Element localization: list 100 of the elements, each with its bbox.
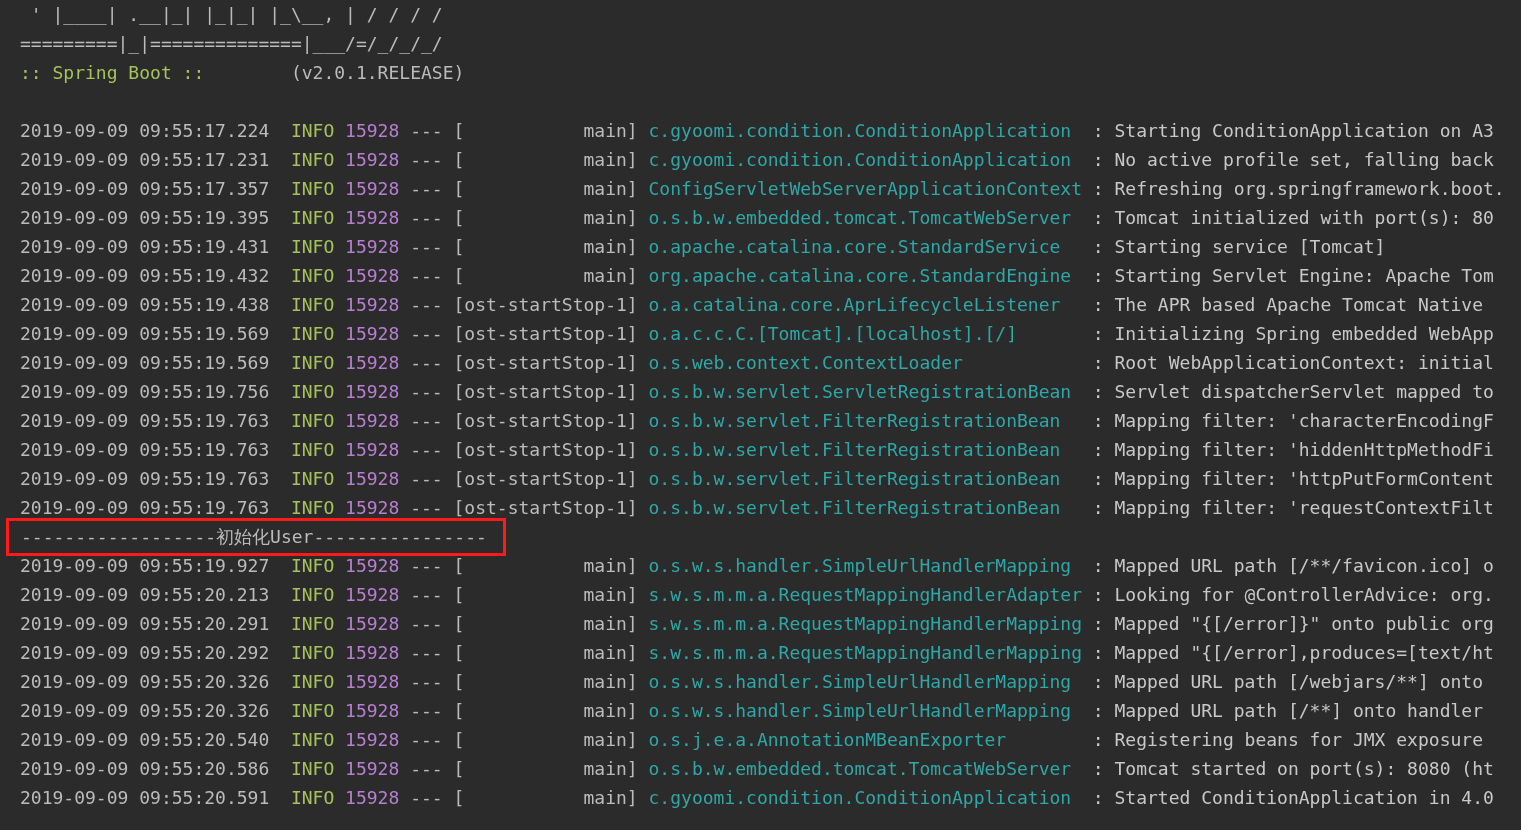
logger-name: o.s.b.w.servlet.FilterRegistrationBean [648,467,1062,490]
separator-text: --- [410,322,443,345]
timestamp: 2019-09-09 09:55:20.591 [20,786,270,809]
thread-name: [ main] [453,235,638,258]
timestamp: 2019-09-09 09:55:20.540 [20,728,270,751]
process-id: 15928 [345,583,400,606]
console-text: ------------------初始化User---------------- [21,526,487,548]
logger-name: c.gyoomi.condition.ConditionApplication [648,148,1073,171]
log-level: INFO [290,148,335,171]
log-message: : Root WebApplicationContext: initial [1092,351,1494,374]
log-message: : Started ConditionApplication in 4.0 [1092,786,1494,809]
log-level: INFO [290,612,335,635]
separator-text: --- [410,786,443,809]
thread-name: [ost-startStop-1] [453,496,638,519]
timestamp: 2019-09-09 09:55:19.395 [20,206,270,229]
process-id: 15928 [345,351,400,374]
log-level: INFO [290,351,335,374]
process-id: 15928 [345,670,400,693]
log-level: INFO [290,467,335,490]
process-id: 15928 [345,757,400,780]
log-message: : Servlet dispatcherServlet mapped to [1092,380,1494,403]
log-message: : Mapping filter: 'requestContextFilt [1092,496,1494,519]
log-message: : Registering beans for JMX exposure [1092,728,1483,751]
separator-text: --- [410,583,443,606]
log-message: : Mapped URL path [/**] onto handler [1092,699,1483,722]
logger-name: o.a.c.c.C.[Tomcat].[localhost].[/] [648,322,1018,345]
log-level: INFO [290,264,335,287]
process-id: 15928 [345,496,400,519]
process-id: 15928 [345,380,400,403]
logger-name: s.w.s.m.m.a.RequestMappingHandlerMapping [648,641,1083,664]
log-level: INFO [290,119,335,142]
thread-name: [ main] [453,728,638,751]
thread-name: [ost-startStop-1] [453,409,638,432]
separator-text: --- [410,670,443,693]
thread-name: [ main] [453,583,638,606]
process-id: 15928 [345,612,400,635]
process-id: 15928 [345,641,400,664]
banner-art: ' |____| .__|_| |_|_| |_\__, | / / / / [29,3,443,26]
process-id: 15928 [345,264,400,287]
separator-text: --- [410,438,443,461]
thread-name: [ main] [453,264,638,287]
log-level: INFO [290,438,335,461]
separator-text: --- [410,380,443,403]
log-message: : Tomcat started on port(s): 8080 (ht [1092,757,1494,780]
logger-name: o.s.b.w.servlet.ServletRegistrationBean [648,380,1073,403]
separator-text: --- [410,206,443,229]
process-id: 15928 [345,786,400,809]
thread-name: [ost-startStop-1] [453,322,638,345]
separator-text: --- [410,699,443,722]
separator-text: --- [410,351,443,374]
process-id: 15928 [345,699,400,722]
log-level: INFO [290,670,335,693]
spring-boot-label: :: Spring Boot :: [20,61,205,84]
process-id: 15928 [345,728,400,751]
timestamp: 2019-09-09 09:55:19.927 [20,554,270,577]
timestamp: 2019-09-09 09:55:19.763 [20,467,270,490]
thread-name: [ main] [453,554,638,577]
separator-text: --- [410,467,443,490]
thread-name: [ main] [453,612,638,635]
thread-name: [ main] [453,177,638,200]
separator-text: --- [410,264,443,287]
log-level: INFO [290,641,335,664]
process-id: 15928 [345,148,400,171]
thread-name: [ main] [453,757,638,780]
log-message: : No active profile set, falling back [1092,148,1494,171]
thread-name: [ main] [453,119,638,142]
process-id: 15928 [345,554,400,577]
log-message: : Starting ConditionApplication on A3 [1092,119,1494,142]
log-level: INFO [290,293,335,316]
logger-name: ConfigServletWebServerApplicationContext [648,177,1083,200]
logger-name: o.s.w.s.handler.SimpleUrlHandlerMapping [648,670,1073,693]
logger-name: o.a.catalina.core.AprLifecycleListener [648,293,1062,316]
banner-art: =========|_|==============|___/=/_/_/_/ [20,32,443,55]
log-message: : Mapped URL path [/webjars/**] onto [1092,670,1483,693]
separator-text: --- [410,177,443,200]
log-level: INFO [290,728,335,751]
logger-name: o.s.j.e.a.AnnotationMBeanExporter [648,728,1008,751]
log-level: INFO [290,496,335,519]
logger-name: o.s.b.w.embedded.tomcat.TomcatWebServer [648,206,1073,229]
timestamp: 2019-09-09 09:55:20.292 [20,641,270,664]
process-id: 15928 [345,467,400,490]
timestamp: 2019-09-09 09:55:19.763 [20,409,270,432]
logger-name: o.s.w.s.handler.SimpleUrlHandlerMapping [648,554,1073,577]
thread-name: [ main] [453,699,638,722]
log-level: INFO [290,583,335,606]
log-level: INFO [290,322,335,345]
logger-name: o.s.b.w.servlet.FilterRegistrationBean [648,438,1062,461]
log-level: INFO [290,699,335,722]
thread-name: [ost-startStop-1] [453,467,638,490]
logger-name: o.s.b.w.servlet.FilterRegistrationBean [648,409,1062,432]
logger-name: s.w.s.m.m.a.RequestMappingHandlerMapping [648,612,1083,635]
logger-name: o.s.b.w.servlet.FilterRegistrationBean [648,496,1062,519]
thread-name: [ main] [453,206,638,229]
thread-name: [ost-startStop-1] [453,438,638,461]
process-id: 15928 [345,322,400,345]
separator-text: --- [410,496,443,519]
logger-name: o.s.web.context.ContextLoader [648,351,964,374]
process-id: 15928 [345,206,400,229]
log-message: : Refreshing org.springframework.boot. [1092,177,1505,200]
process-id: 15928 [345,235,400,258]
